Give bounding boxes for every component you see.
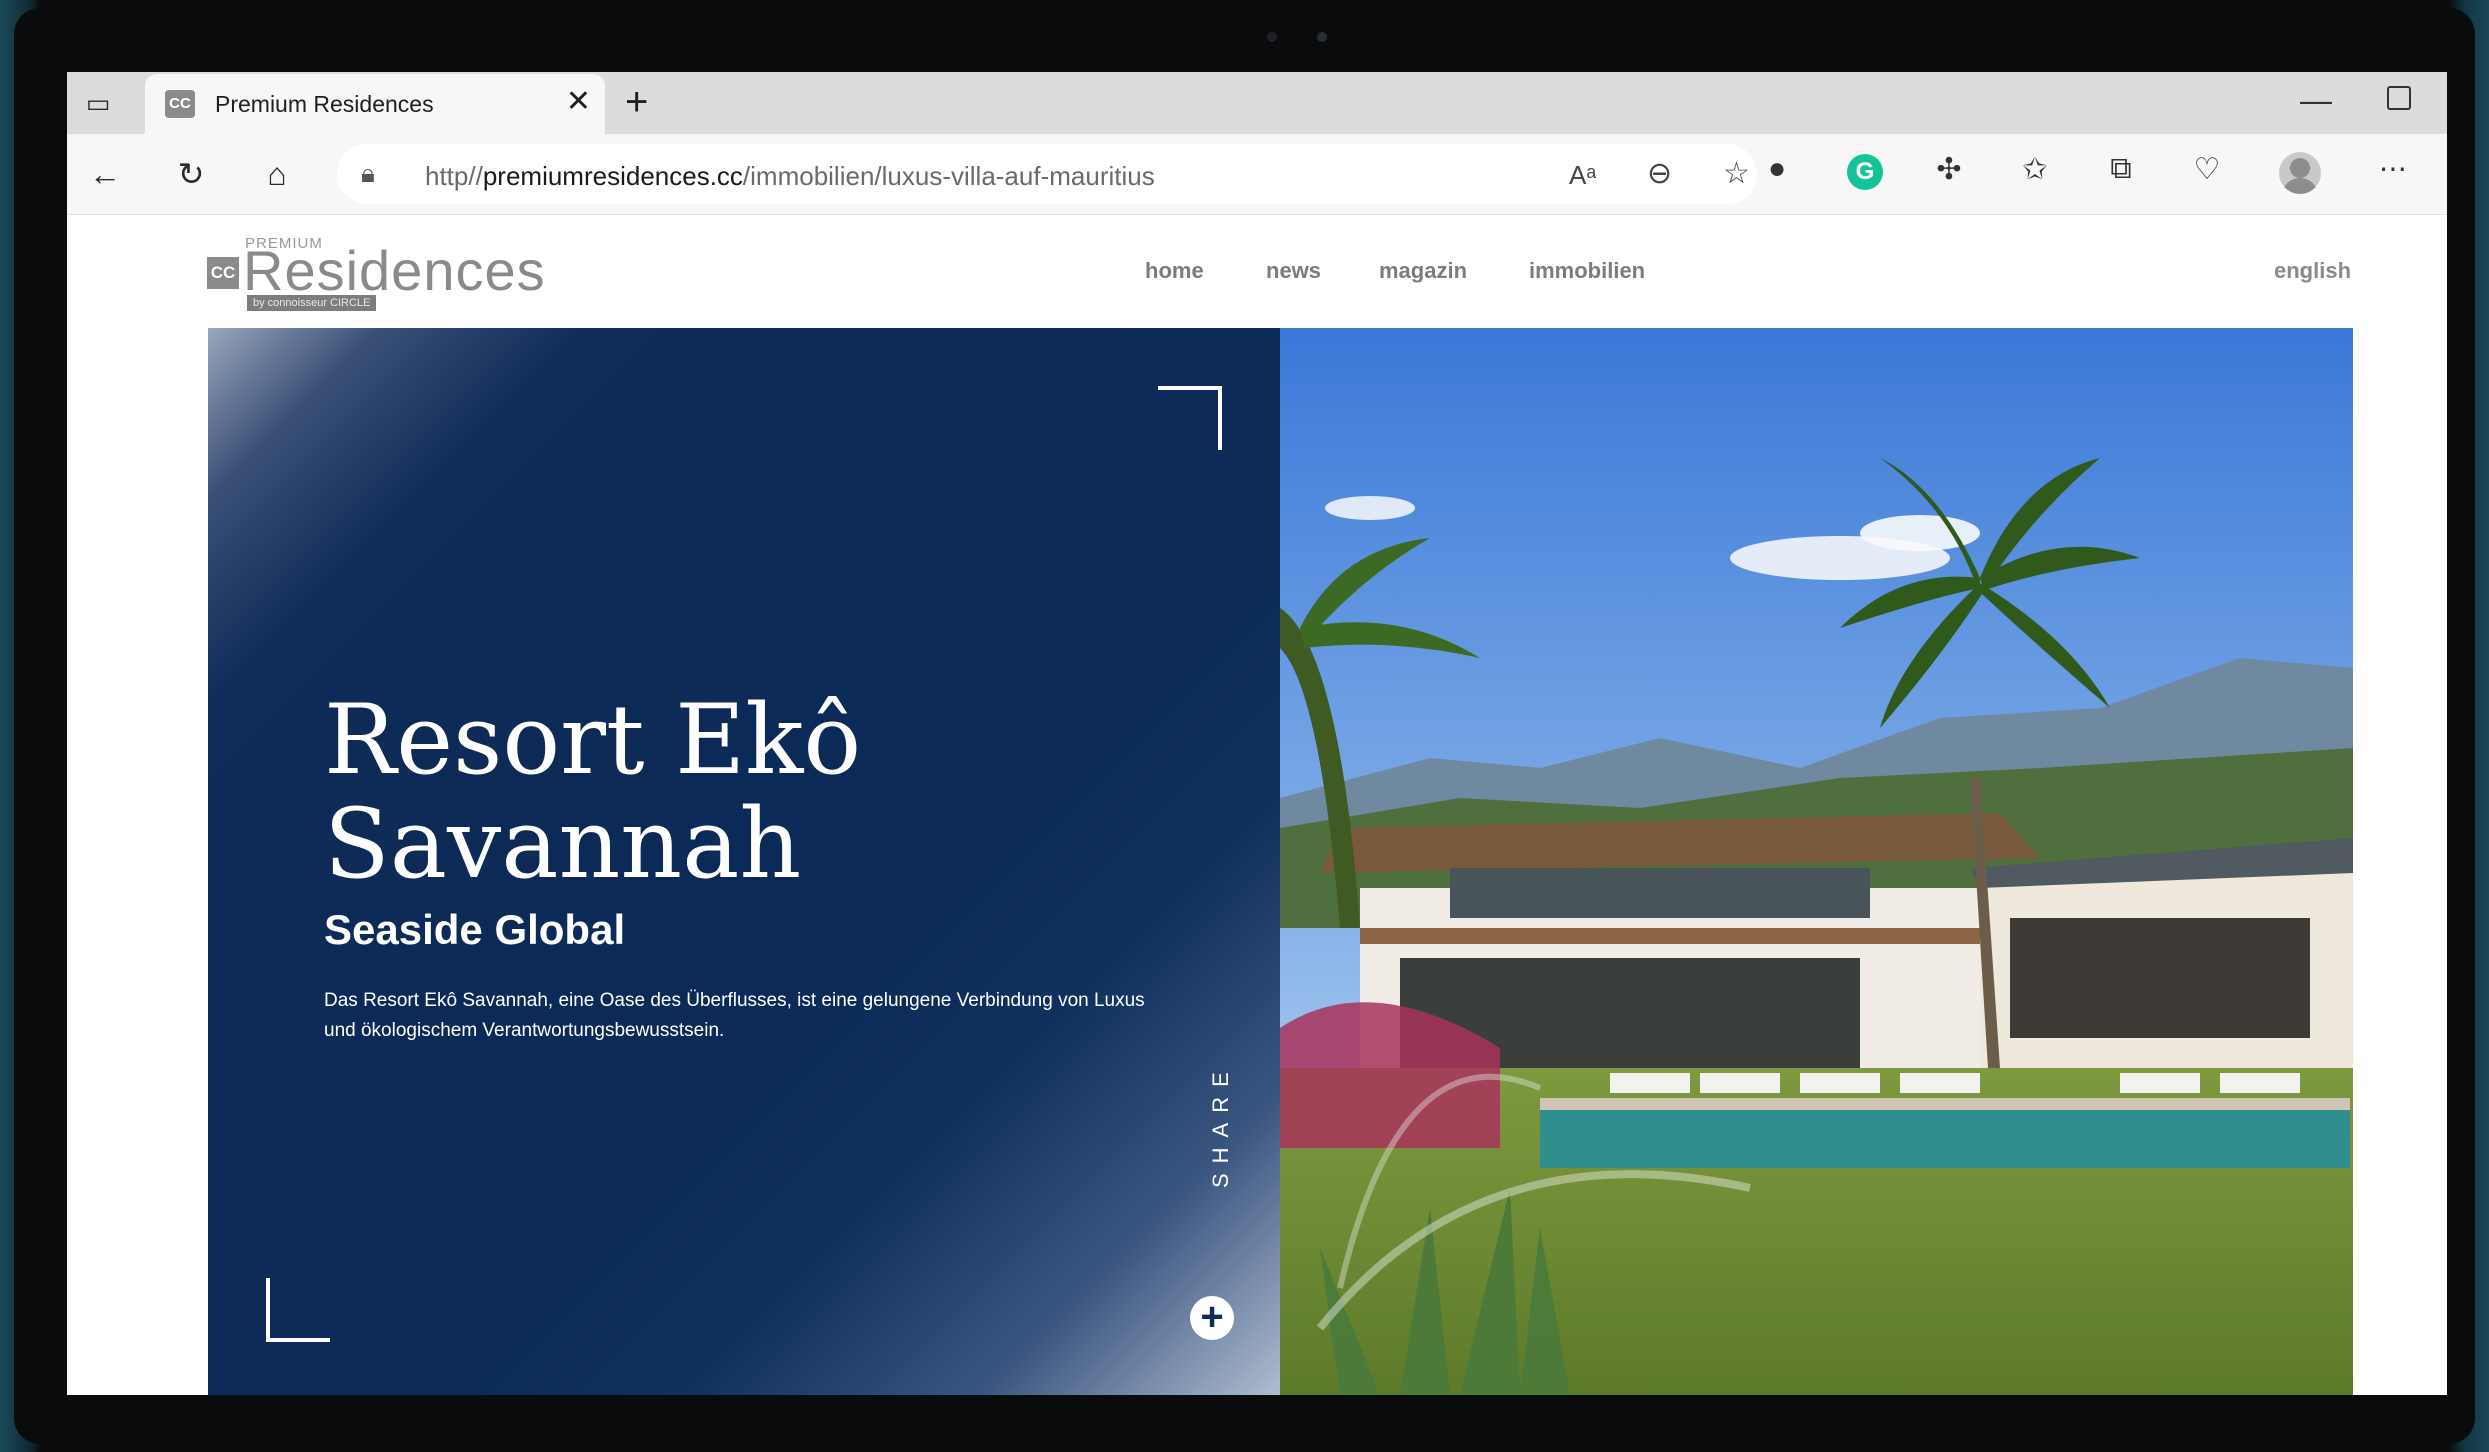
camera-dot (1267, 32, 1277, 42)
profile-avatar[interactable] (2279, 152, 2321, 194)
tab-actions-icon[interactable]: ▭ (83, 88, 113, 118)
logo-wordmark: Residences (243, 239, 546, 302)
nav-immobilien[interactable]: immobilien (1529, 258, 1645, 284)
nav-home[interactable]: home (1145, 258, 1204, 284)
villa-photo (1280, 328, 2353, 1395)
nav-news[interactable]: news (1266, 258, 1321, 284)
share-plus-icon[interactable]: + (1190, 1296, 1234, 1340)
more-menu-icon[interactable]: ⋯ (2371, 152, 2415, 185)
home-icon[interactable]: ⌂ (257, 154, 297, 194)
favorites-icon[interactable]: ✩ (2013, 152, 2057, 187)
lock-icon[interactable]: 🔒︎ (361, 158, 375, 190)
language-switch[interactable]: english (2274, 258, 2351, 284)
hero-text-panel: Resort Ekô Savannah Seaside Global Das R… (208, 328, 1280, 1395)
browser-toolbar: ← ↻ ⌂ 🔒︎ http//premiumresidences.cc/immo… (67, 134, 2447, 215)
logo-byline: by connoisseur CIRCLE (247, 295, 377, 311)
tab-strip: ▭ CC Premium Residences ✕ + — (67, 72, 2447, 134)
hero-description: Das Resort Ekô Savannah, eine Oase des Ü… (324, 990, 1145, 1041)
hero-image (1280, 328, 2353, 1395)
grammarly-icon[interactable]: G (1847, 154, 1883, 190)
back-icon[interactable]: ← (85, 154, 125, 194)
corner-bracket-top-right (1158, 386, 1222, 450)
url-path: /immobilien/luxus-villa-auf-mauritius (742, 161, 1155, 191)
tab-premium-residences[interactable]: CC Premium Residences ✕ (145, 74, 605, 134)
extension-icon[interactable]: ● (1755, 152, 1799, 186)
page-title: Resort Ekô Savannah (324, 688, 1024, 896)
extensions-puzzle-icon[interactable]: ✣ (1927, 152, 1971, 187)
site-logo[interactable]: PREMIUM CC Residences by connoisseur CIR… (207, 235, 547, 315)
zoom-out-icon[interactable]: ⊖ (1647, 156, 1672, 191)
refresh-icon[interactable]: ↻ (171, 154, 211, 194)
nav-magazin[interactable]: magazin (1379, 258, 1467, 284)
minimize-icon[interactable]: — (2300, 82, 2332, 119)
favorite-star-icon[interactable]: ☆ (1723, 156, 1750, 191)
read-aloud-icon[interactable]: Aᵃ (1569, 160, 1596, 191)
corner-bracket-bottom-left (266, 1278, 330, 1342)
browser-window: ▭ CC Premium Residences ✕ + — ← ↻ ⌂ 🔒︎ h… (67, 72, 2447, 1395)
favicon-icon: CC (165, 90, 195, 118)
tab-title: Premium Residences (215, 91, 434, 117)
url-text[interactable]: http//premiumresidences.cc/immobilien/lu… (425, 161, 1155, 192)
address-bar[interactable]: 🔒︎ http//premiumresidences.cc/immobilien… (337, 144, 1757, 204)
title-line-2: Savannah (324, 788, 802, 900)
url-separator: // (468, 161, 483, 191)
logo-cc-mark: CC (207, 257, 239, 289)
url-scheme: http (425, 161, 469, 191)
webpage: PREMIUM CC Residences by connoisseur CIR… (67, 215, 2447, 1395)
restore-icon[interactable] (2387, 86, 2411, 110)
url-host: premiumresidences.cc (482, 161, 743, 191)
title-line-1: Resort Ekô (324, 684, 862, 796)
browser-essentials-icon[interactable]: ♡ (2185, 152, 2229, 187)
collections-icon[interactable]: ⧉ (2099, 152, 2143, 186)
camera-dot (1317, 32, 1327, 42)
close-tab-icon[interactable]: ✕ (566, 86, 591, 118)
share-label[interactable]: SHARE (1208, 1062, 1234, 1188)
new-tab-icon[interactable]: + (625, 80, 648, 124)
hero-subtitle: Seaside Global (324, 906, 626, 953)
